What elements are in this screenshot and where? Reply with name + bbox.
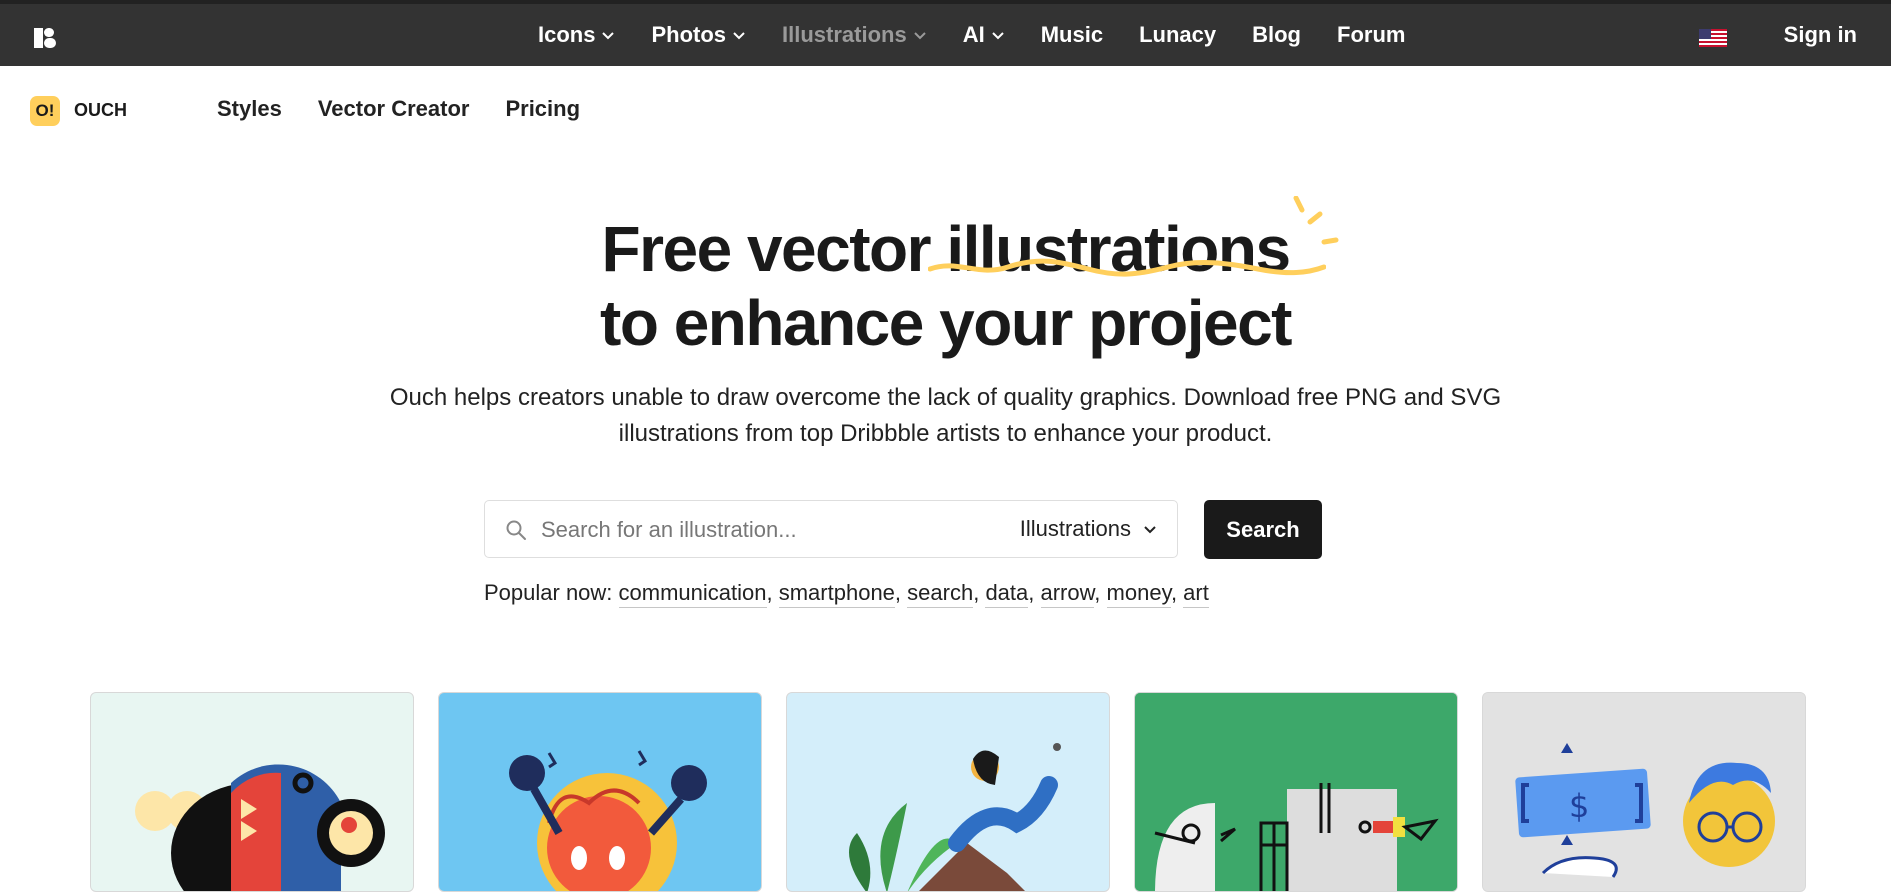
- search-button[interactable]: Search: [1204, 500, 1322, 559]
- us-flag-icon[interactable]: [1699, 29, 1727, 47]
- popular-now: Popular now: communication, smartphone, …: [484, 580, 1209, 608]
- popular-tag-art[interactable]: art: [1183, 580, 1209, 608]
- angry-brain-illustration: [509, 750, 707, 891]
- search-box: Illustrations: [484, 500, 1178, 558]
- hero-subtitle: Ouch helps creators unable to draw overc…: [389, 384, 1502, 447]
- nav-music-label: Music: [1040, 22, 1104, 47]
- ouch-brand-name[interactable]: OUCH: [74, 100, 127, 121]
- popular-tag-communication[interactable]: communication: [618, 580, 767, 608]
- robot-head-illustration: [135, 764, 385, 891]
- popular-tag-search[interactable]: search: [907, 580, 974, 608]
- nav-icons[interactable]: Icons: [538, 22, 615, 48]
- popular-tag-data[interactable]: data: [985, 580, 1029, 608]
- yellow-underline-squiggle: [928, 258, 1326, 277]
- nav-ai-label: AI: [962, 22, 985, 47]
- nav-blog-label: Blog: [1252, 22, 1301, 47]
- ouch-logo-badge[interactable]: O!: [30, 96, 60, 126]
- hero-title: Free vector illustrations to enhance you…: [0, 212, 1891, 360]
- nav-lunacy[interactable]: Lunacy: [1139, 22, 1216, 48]
- sign-in-link[interactable]: Sign in: [1784, 4, 1857, 66]
- popular-label: Popular now:: [484, 580, 613, 605]
- main-nav: Icons Photos Illustrations AI Music Luna…: [538, 4, 1441, 66]
- subnav-styles[interactable]: Styles: [217, 96, 282, 122]
- ouch-subnav: Styles Vector Creator Pricing: [217, 96, 616, 122]
- subnav-vector-creator[interactable]: Vector Creator: [318, 96, 470, 122]
- ouch-subheader: O! OUCH Styles Vector Creator Pricing: [0, 66, 1891, 156]
- hero-title-part1: Free vector: [601, 213, 947, 285]
- nav-photos-label: Photos: [651, 22, 727, 47]
- illustration-card-5[interactable]: $: [1482, 692, 1806, 892]
- nav-music[interactable]: Music: [1041, 22, 1103, 48]
- chevron-down-icon: [914, 32, 926, 40]
- top-navbar: Icons Photos Illustrations AI Music Luna…: [0, 0, 1891, 66]
- money-man-illustration: $: [1483, 693, 1805, 891]
- search-icon: [506, 520, 526, 540]
- illustration-card-4[interactable]: [1134, 692, 1458, 892]
- sparkle-lines-icon: [1293, 196, 1339, 245]
- popular-tag-money[interactable]: money: [1106, 580, 1171, 608]
- machine-diagram-illustration: [1135, 693, 1457, 891]
- search-type-value: Illustrations: [1019, 516, 1131, 541]
- nav-icons-label: Icons: [538, 22, 596, 47]
- chevron-down-icon: [602, 32, 615, 40]
- search-input[interactable]: [539, 507, 943, 553]
- nav-ai[interactable]: AI: [963, 22, 1005, 48]
- svg-text:$: $: [1569, 787, 1589, 825]
- nav-photos[interactable]: Photos: [651, 22, 746, 48]
- chevron-down-icon: [992, 32, 1004, 40]
- chevron-down-icon: [733, 32, 745, 40]
- woman-on-rock-illustration: [849, 743, 1061, 891]
- icons8-logo-icon[interactable]: [34, 26, 58, 50]
- nav-forum[interactable]: Forum: [1337, 22, 1405, 48]
- chevron-down-icon: [1144, 526, 1156, 534]
- illustration-card-3[interactable]: [786, 692, 1110, 892]
- popular-tag-arrow[interactable]: arrow: [1040, 580, 1095, 608]
- nav-lunacy-label: Lunacy: [1139, 22, 1217, 47]
- illustration-card-2[interactable]: [438, 692, 762, 892]
- nav-blog[interactable]: Blog: [1252, 22, 1301, 48]
- search-type-select[interactable]: Illustrations: [1020, 501, 1157, 557]
- nav-illustrations-label: Illustrations: [782, 22, 907, 47]
- popular-tag-smartphone[interactable]: smartphone: [778, 580, 895, 608]
- hero-title-line2: to enhance your project: [600, 287, 1292, 359]
- nav-illustrations[interactable]: Illustrations: [782, 22, 927, 48]
- nav-forum-label: Forum: [1337, 22, 1406, 47]
- subnav-pricing[interactable]: Pricing: [505, 96, 580, 122]
- illustration-card-1[interactable]: [90, 692, 414, 892]
